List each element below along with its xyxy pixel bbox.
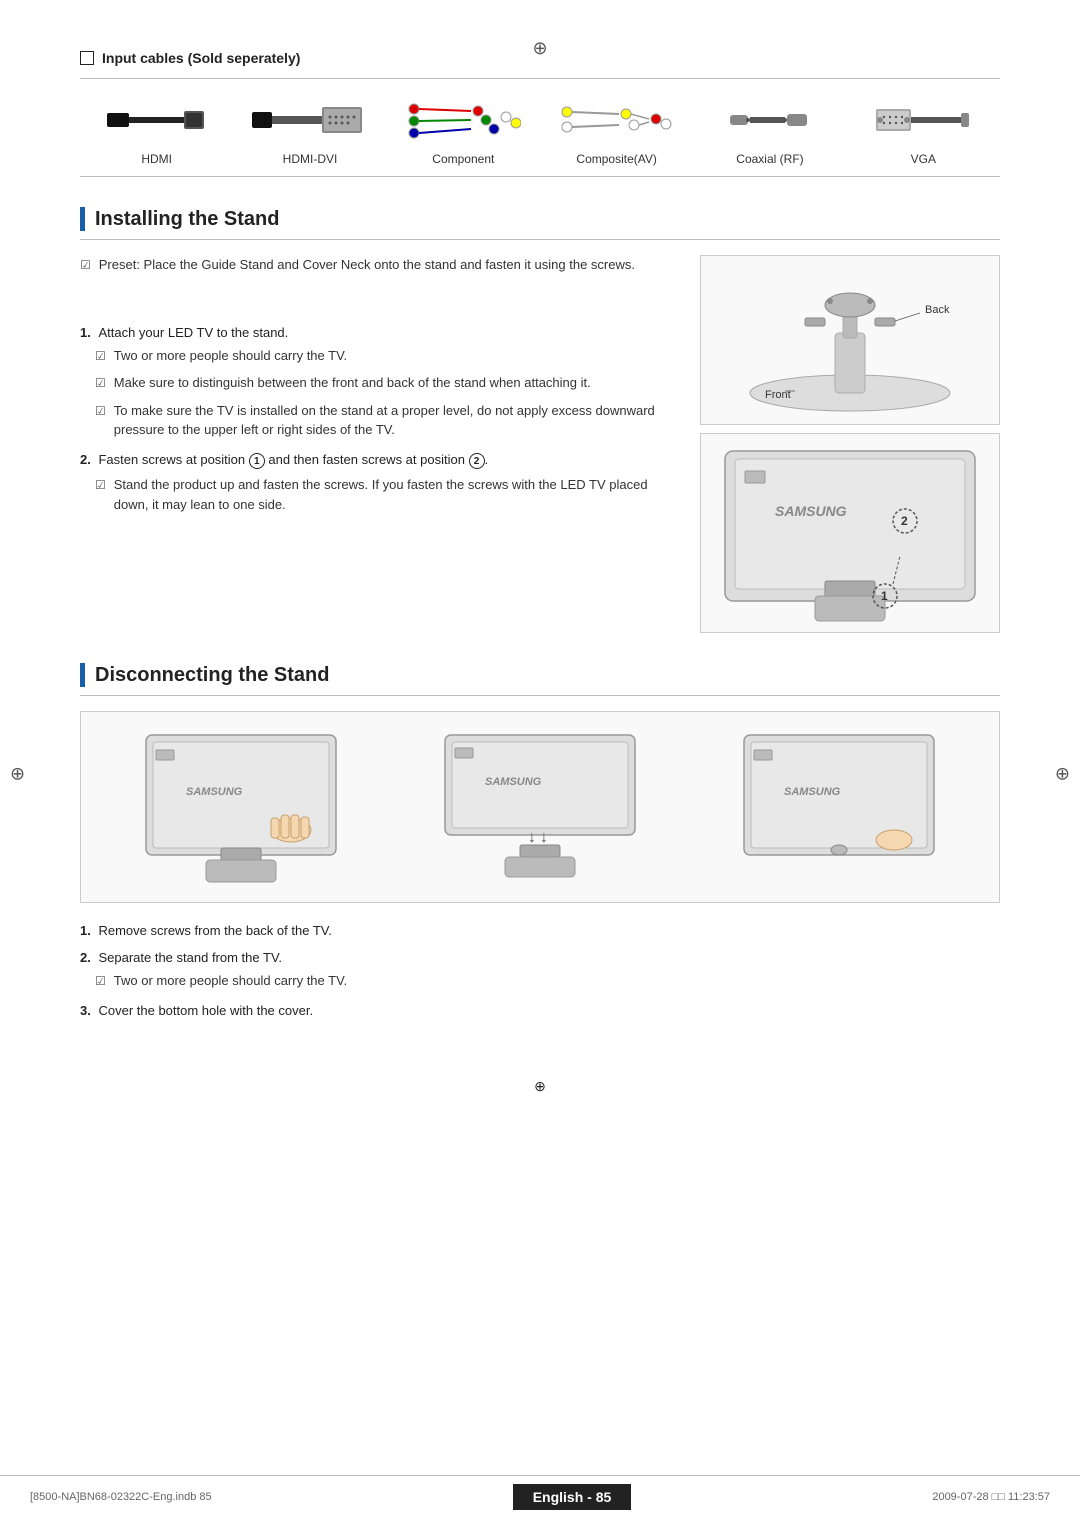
installing-text: ☑ Preset: Place the Guide Stand and Cove… [80, 255, 680, 633]
svg-text:SAMSUNG: SAMSUNG [784, 786, 841, 798]
note3-icon: ☑ [95, 402, 106, 440]
composite-label: Composite(AV) [576, 152, 656, 166]
note1-text: Two or more people should carry the TV. [114, 346, 347, 366]
installing-header: Installing the Stand [80, 207, 1000, 240]
disconnect-step2: 2. Separate the stand from the TV. ☑ Two… [80, 950, 1000, 991]
svg-text:↓: ↓ [528, 829, 536, 846]
note-2: ☑ Make sure to distinguish between the f… [95, 373, 680, 393]
disconnect-note: ☑ Two or more people should carry the TV… [95, 971, 1000, 991]
left-crosshair-icon: ⊕ [10, 764, 25, 785]
step1: 1. Attach your LED TV to the stand. ☑ Tw… [80, 325, 680, 440]
vga-cable-image [876, 94, 971, 144]
disconnecting-section: Disconnecting the Stand SAMSUNG [80, 663, 1000, 1018]
step2-note: ☑ Stand the product up and fasten the sc… [95, 475, 680, 514]
preset-note-text: Preset: Place the Guide Stand and Cover … [99, 255, 635, 275]
footer-left: [8500-NA]BN68-02322C-Eng.indb 85 [30, 1491, 212, 1503]
component-label: Component [432, 152, 494, 166]
svg-text:SAMSUNG: SAMSUNG [775, 503, 847, 519]
note-3: ☑ To make sure the TV is installed on th… [95, 401, 680, 440]
preset-note-icon: ☑ [80, 256, 91, 275]
page-container: ⊕ ⊕ ⊕ Input cables (Sold seperately) [0, 30, 1080, 1518]
svg-text:↓: ↓ [540, 829, 548, 846]
right-crosshair-icon: ⊕ [1055, 764, 1070, 785]
input-cables-label: Input cables (Sold seperately) [102, 50, 300, 66]
note2-icon: ☑ [95, 374, 106, 393]
installing-section: Installing the Stand ☑ Preset: Place the… [80, 207, 1000, 633]
cable-row: HDMI [80, 78, 1000, 177]
installing-images: Back Front [700, 255, 1000, 633]
checkbox-icon [80, 51, 94, 65]
svg-text:2: 2 [901, 514, 908, 528]
footer-right: 2009-07-28 □□ 11:23:57 [932, 1491, 1050, 1503]
hdmi-cable-image [107, 94, 207, 144]
step2-note-text: Stand the product up and fasten the scre… [114, 475, 680, 514]
hdmi-dvi-label: HDMI-DVI [283, 152, 338, 166]
disconnecting-title: Disconnecting the Stand [95, 664, 329, 687]
disconnect-steps: 1. Remove screws from the back of the TV… [80, 923, 1000, 1018]
step2-note-icon: ☑ [95, 476, 106, 514]
disconnect-step2-label: 2. Separate the stand from the TV. [80, 950, 1000, 965]
note1-icon: ☑ [95, 347, 106, 366]
svg-text:Back: Back [925, 304, 950, 316]
disconnect-step2-notes: ☑ Two or more people should carry the TV… [95, 971, 1000, 991]
disconnecting-blue-bar [80, 663, 85, 687]
disconnect-step1: 1. Remove screws from the back of the TV… [80, 923, 1000, 938]
hdmi-label: HDMI [141, 152, 172, 166]
disconnect-step1-label: 1. Remove screws from the back of the TV… [80, 923, 1000, 938]
installing-content: ☑ Preset: Place the Guide Stand and Cove… [80, 255, 1000, 633]
cable-composite: Composite(AV) [540, 94, 693, 166]
note-1: ☑ Two or more people should carry the TV… [95, 346, 680, 366]
footer: [8500-NA]BN68-02322C-Eng.indb 85 English… [0, 1475, 1080, 1518]
step2-notes: ☑ Stand the product up and fasten the sc… [95, 475, 680, 514]
stand-top-image: Back Front [700, 255, 1000, 425]
cable-hdmi: HDMI [80, 94, 233, 166]
disconnect-image-1: SAMSUNG [96, 727, 385, 887]
composite-cable-image [559, 94, 674, 144]
cable-vga: VGA [847, 94, 1000, 166]
disconnect-image-2: SAMSUNG ↓ ↓ [395, 727, 684, 887]
coaxial-cable-image [730, 94, 810, 144]
coaxial-label: Coaxial (RF) [736, 152, 803, 166]
disconnect-images-row: SAMSUNG [80, 711, 1000, 903]
vga-label: VGA [911, 152, 936, 166]
disconnect-note-icon: ☑ [95, 972, 106, 991]
disconnect-step3: 3. Cover the bottom hole with the cover. [80, 1003, 1000, 1018]
disconnect-note-text: Two or more people should carry the TV. [114, 971, 347, 991]
input-cables-section: Input cables (Sold seperately) HD [80, 50, 1000, 177]
step1-notes: ☑ Two or more people should carry the TV… [95, 346, 680, 440]
bottom-center-crosshair: ⊕ [0, 1078, 1080, 1095]
disconnect-image-3: SAMSUNG [695, 727, 984, 887]
svg-text:SAMSUNG: SAMSUNG [186, 786, 243, 798]
main-content: Input cables (Sold seperately) HD [80, 30, 1000, 1018]
hdmi-dvi-cable-image [252, 94, 367, 144]
step2-label: 2. Fasten screws at position 1 and then … [80, 452, 680, 470]
disconnecting-header: Disconnecting the Stand [80, 663, 1000, 696]
note3-text: To make sure the TV is installed on the … [114, 401, 680, 440]
step1-label: 1. Attach your LED TV to the stand. [80, 325, 680, 340]
svg-text:1: 1 [881, 589, 888, 603]
note2-text: Make sure to distinguish between the fro… [114, 373, 591, 393]
installing-title: Installing the Stand [95, 208, 279, 231]
step2: 2. Fasten screws at position 1 and then … [80, 452, 680, 515]
top-crosshair-icon: ⊕ [532, 38, 547, 59]
cable-component: Component [387, 94, 540, 166]
component-cable-image [406, 94, 521, 144]
svg-text:SAMSUNG: SAMSUNG [485, 776, 542, 788]
cable-coaxial: Coaxial (RF) [693, 94, 846, 166]
disconnect-step3-label: 3. Cover the bottom hole with the cover. [80, 1003, 1000, 1018]
cable-hdmi-dvi: HDMI-DVI [233, 94, 386, 166]
preset-note: ☑ Preset: Place the Guide Stand and Cove… [80, 255, 680, 275]
stand-bottom-image: SAMSUNG 2 1 [700, 433, 1000, 633]
blue-bar [80, 207, 85, 231]
